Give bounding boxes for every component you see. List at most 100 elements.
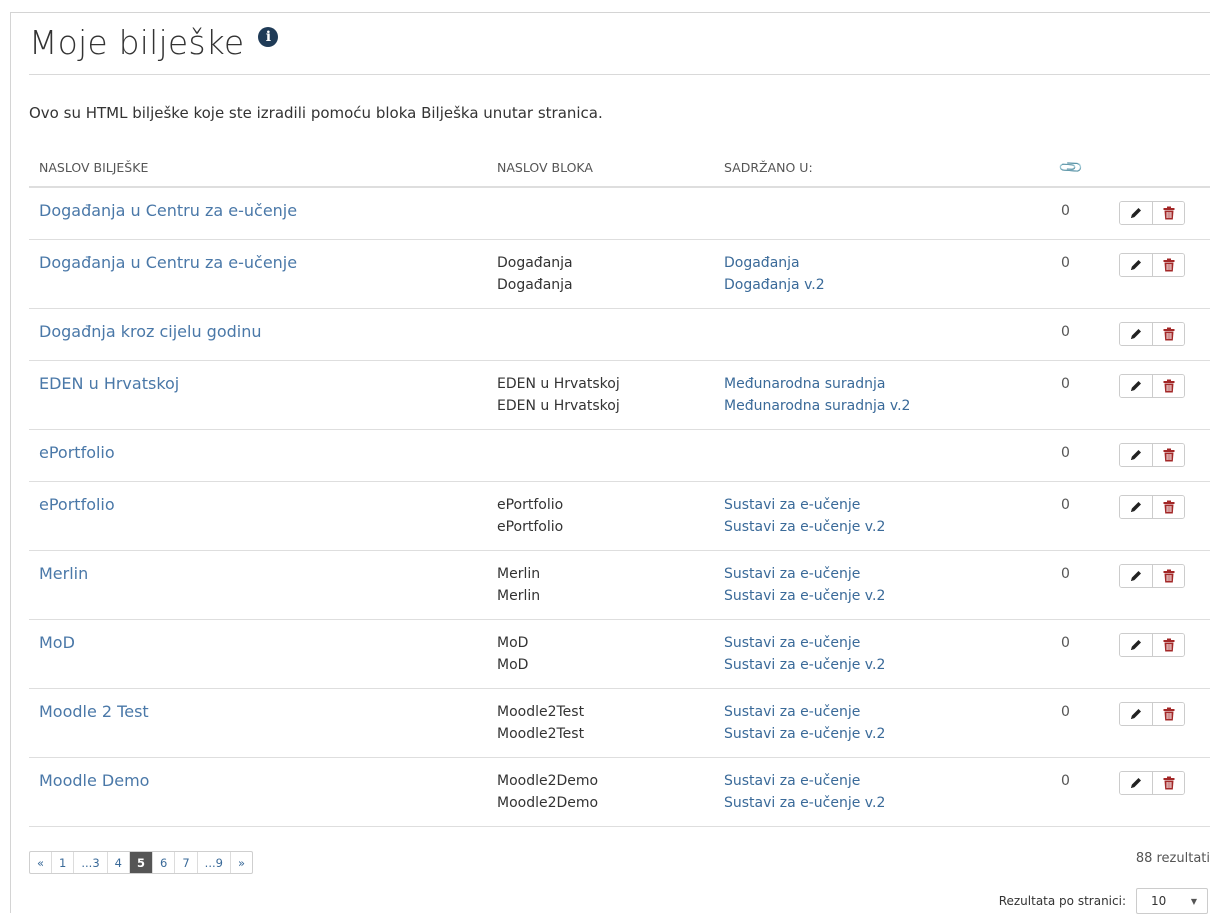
action-buttons xyxy=(1119,564,1185,588)
block-title: EDEN u Hrvatskoj xyxy=(497,398,620,414)
info-icon[interactable]: i xyxy=(258,27,279,47)
delete-button[interactable] xyxy=(1152,444,1184,466)
edit-button[interactable] xyxy=(1120,375,1152,397)
delete-button[interactable] xyxy=(1152,323,1184,345)
delete-button[interactable] xyxy=(1152,202,1184,224)
trash-icon xyxy=(1163,258,1174,272)
page-item[interactable]: 4 xyxy=(108,852,130,873)
page-link[interactable]: Sustavi za e-učenje v.2 xyxy=(724,585,1041,607)
delete-button[interactable] xyxy=(1152,496,1184,518)
table-row: Merlin Merlin Merlin Sustavi za e-učenje Sus… xyxy=(29,550,1210,620)
per-page-select[interactable]: 10 ▼ xyxy=(1136,888,1208,914)
delete-button[interactable] xyxy=(1152,703,1184,725)
edit-button[interactable] xyxy=(1120,254,1152,276)
note-title-link[interactable]: Merlin xyxy=(39,564,88,583)
note-title-link[interactable]: Događanja u Centru za e-učenje xyxy=(39,253,297,272)
edit-button[interactable] xyxy=(1120,565,1152,587)
block-title: Moodle2Demo xyxy=(497,773,599,789)
note-title-link[interactable]: Moodle 2 Test xyxy=(39,702,149,721)
per-page-value: 10 xyxy=(1151,894,1167,908)
action-buttons xyxy=(1119,702,1185,726)
actions-cell xyxy=(1109,429,1210,482)
header-note-title[interactable]: NASLOV BILJEŠKE xyxy=(29,148,487,188)
pencil-icon xyxy=(1131,208,1141,218)
page-item[interactable]: ...9 xyxy=(198,852,231,873)
actions-cell xyxy=(1109,187,1210,240)
note-title-cell: Moodle Demo xyxy=(29,757,487,827)
note-title-link[interactable]: Moodle Demo xyxy=(39,771,149,790)
action-buttons xyxy=(1119,374,1185,398)
delete-button[interactable] xyxy=(1152,772,1184,794)
table-row: Događanja u Centru za e-učenje 0 xyxy=(29,187,1210,240)
page-link[interactable]: Međunarodna suradnja v.2 xyxy=(724,395,1041,417)
page-link[interactable]: Sustavi za e-učenje v.2 xyxy=(724,654,1041,676)
table-row: MoD MoD MoD Sustavi za e-učenje Sustavi za e… xyxy=(29,619,1210,689)
page-item[interactable]: 1 xyxy=(52,852,75,873)
contained-in-cell xyxy=(714,429,1051,482)
page-title: Moje bilješke xyxy=(29,23,245,62)
block-title-cell xyxy=(487,429,714,482)
note-title-link[interactable]: Događnja kroz cijelu godinu xyxy=(39,322,262,341)
page-item[interactable]: « xyxy=(30,852,53,873)
edit-button[interactable] xyxy=(1120,323,1152,345)
edit-button[interactable] xyxy=(1120,772,1152,794)
block-title-cell: Događanja Događanja xyxy=(487,239,714,309)
pencil-icon xyxy=(1131,260,1141,270)
page-link[interactable]: Međunarodna suradnja xyxy=(724,373,1041,395)
page-item[interactable]: 5 xyxy=(130,852,154,873)
title-divider xyxy=(29,74,1210,75)
pencil-icon xyxy=(1131,709,1141,719)
delete-button[interactable] xyxy=(1152,634,1184,656)
actions-cell xyxy=(1109,239,1210,309)
block-title: ePortfolio xyxy=(497,519,564,535)
delete-button[interactable] xyxy=(1152,375,1184,397)
trash-icon xyxy=(1163,638,1174,652)
page-link[interactable]: Sustavi za e-učenje xyxy=(724,563,1041,585)
page-item[interactable]: 7 xyxy=(175,852,198,873)
actions-cell xyxy=(1109,688,1210,758)
attachment-count: 0 xyxy=(1051,429,1109,482)
page-item[interactable]: » xyxy=(231,852,252,873)
header-block-title[interactable]: NASLOV BLOKA xyxy=(487,148,714,188)
block-title-cell xyxy=(487,308,714,361)
block-title: MoD xyxy=(497,635,529,651)
action-buttons xyxy=(1119,771,1185,795)
page-item[interactable]: ...3 xyxy=(74,852,108,873)
note-title-link[interactable]: EDEN u Hrvatskoj xyxy=(39,374,179,393)
edit-button[interactable] xyxy=(1120,202,1152,224)
trash-icon xyxy=(1163,327,1174,341)
edit-button[interactable] xyxy=(1120,634,1152,656)
note-title-link[interactable]: ePortfolio xyxy=(39,495,115,514)
block-title: Moodle2Demo xyxy=(497,795,599,811)
pagination: «1 ...3 4 5 6 7 ...9» xyxy=(29,851,254,874)
edit-button[interactable] xyxy=(1120,444,1152,466)
page-link[interactable]: Sustavi za e-učenje v.2 xyxy=(724,792,1041,814)
contained-in-cell: Međunarodna suradnja Međunarodna suradnja… xyxy=(714,360,1051,430)
contained-in-cell: Sustavi za e-učenje Sustavi za e-učenje v… xyxy=(714,550,1051,620)
page-item[interactable]: 6 xyxy=(153,852,176,873)
delete-button[interactable] xyxy=(1152,254,1184,276)
page-link[interactable]: Sustavi za e-učenje v.2 xyxy=(724,723,1041,745)
trash-icon xyxy=(1163,206,1174,220)
note-title-link[interactable]: ePortfolio xyxy=(39,443,115,462)
edit-button[interactable] xyxy=(1120,496,1152,518)
page-link[interactable]: Sustavi za e-učenje xyxy=(724,632,1041,654)
page-link[interactable]: Događanja xyxy=(724,252,1041,274)
notes-table: NASLOV BILJEŠKE NASLOV BLOKA SADRŽANO U:… xyxy=(29,148,1210,827)
pencil-icon xyxy=(1131,640,1141,650)
page-link[interactable]: Sustavi za e-učenje xyxy=(724,701,1041,723)
attachment-count: 0 xyxy=(1051,688,1109,758)
per-page-label: Rezultata po stranici: xyxy=(998,894,1126,908)
table-row: ePortfolio ePortfolio ePortfolio Sustavi za… xyxy=(29,481,1210,551)
note-title-link[interactable]: Događanja u Centru za e-učenje xyxy=(39,201,297,220)
delete-button[interactable] xyxy=(1152,565,1184,587)
page-link[interactable]: Sustavi za e-učenje xyxy=(724,770,1041,792)
table-row: Moodle 2 Test Moodle2Test Moodle2Test Susta… xyxy=(29,688,1210,758)
contained-in-cell: Sustavi za e-učenje Sustavi za e-učenje v… xyxy=(714,481,1051,551)
block-title: MoD xyxy=(497,657,529,673)
page-link[interactable]: Događanja v.2 xyxy=(724,274,1041,296)
page-link[interactable]: Sustavi za e-učenje xyxy=(724,494,1041,516)
note-title-link[interactable]: MoD xyxy=(39,633,75,652)
edit-button[interactable] xyxy=(1120,703,1152,725)
page-link[interactable]: Sustavi za e-učenje v.2 xyxy=(724,516,1041,538)
